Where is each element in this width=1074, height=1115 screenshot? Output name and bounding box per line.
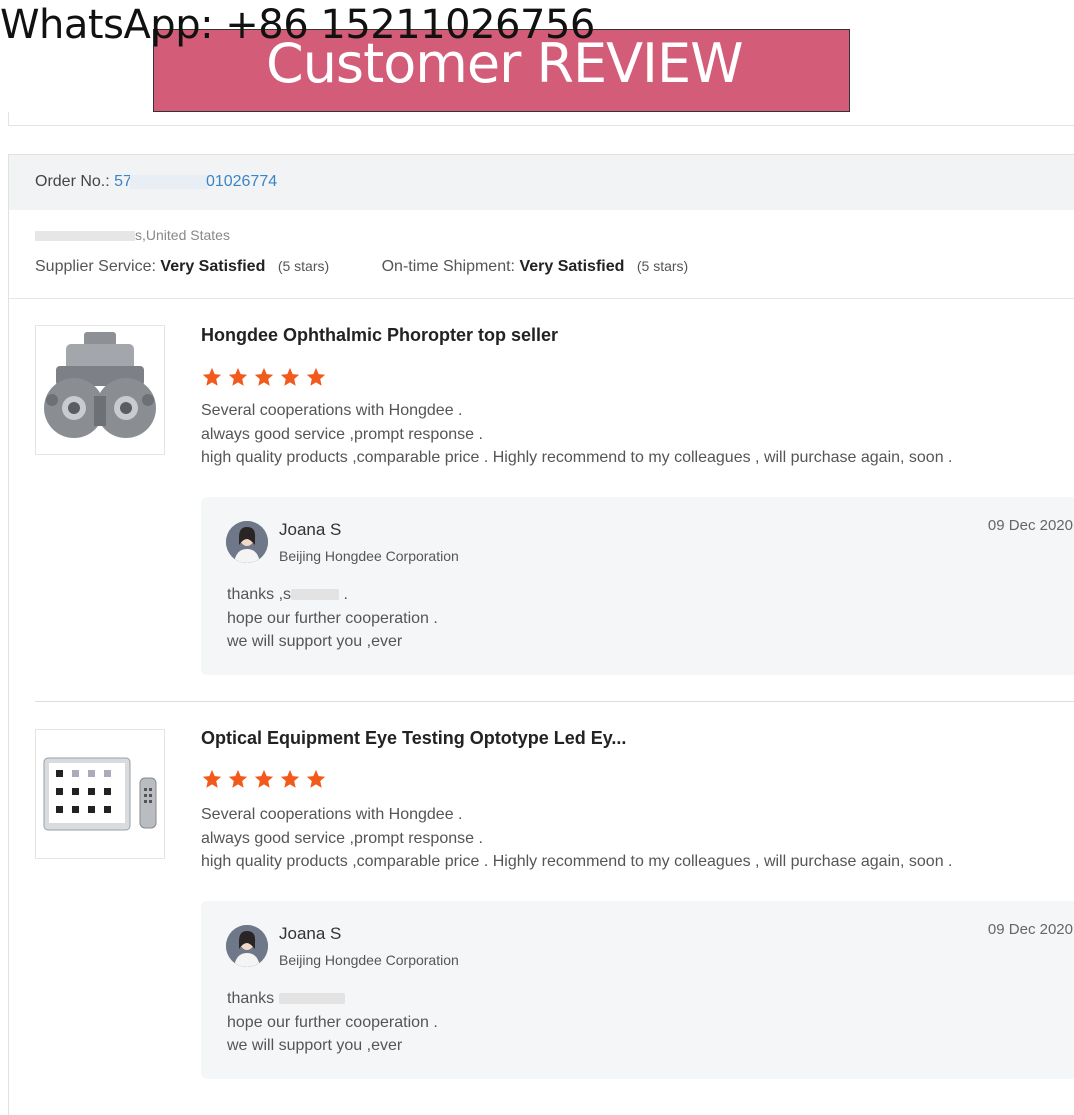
- person-icon: [226, 521, 268, 563]
- redacted-block: [291, 589, 340, 601]
- reply-author-name: Joana S: [279, 924, 342, 943]
- star-icon: [306, 769, 326, 788]
- shipment-rating: On-time Shipment: Very Satisfied (5 star…: [381, 258, 689, 275]
- review-star-rating: [201, 768, 327, 790]
- star-icon: [228, 367, 248, 386]
- review-product-title[interactable]: Optical Equipment Eye Testing Optotype L…: [201, 728, 626, 749]
- star-icon: [202, 367, 222, 386]
- reply-date: 09 Dec 2020: [987, 517, 1073, 534]
- order-review-card: Order No.: 57 01026774 s,United States Su…: [8, 154, 1074, 1115]
- star-icon: [254, 769, 274, 788]
- divider: [9, 298, 1074, 299]
- seller-reply: Joana S Beijing Hongdee Corporation 09 D…: [201, 901, 1074, 1079]
- star-icon: [202, 769, 222, 788]
- product-thumbnail-phoropter[interactable]: [35, 325, 165, 455]
- avatar: [226, 925, 268, 967]
- reply-company: Beijing Hongdee Corporation: [279, 952, 459, 968]
- whatsapp-watermark: WhatsApp: +86 15211026756: [0, 2, 595, 48]
- order-number-label: Order No.:: [35, 173, 110, 190]
- review-comment: Several cooperations with Hongdee . alwa…: [201, 806, 953, 870]
- reply-company: Beijing Hongdee Corporation: [279, 548, 459, 564]
- avatar: [226, 521, 268, 563]
- phoropter-image: [44, 332, 156, 438]
- star-icon: [280, 367, 300, 386]
- divider: [8, 112, 9, 126]
- order-number-link[interactable]: 57 01026774: [114, 173, 277, 190]
- buyer-location: s,United States: [35, 227, 230, 243]
- reply-author-name: Joana S: [279, 520, 342, 539]
- review-product-title[interactable]: Hongdee Ophthalmic Phoropter top seller: [201, 325, 558, 346]
- order-number: Order No.: 57 01026774: [35, 173, 277, 191]
- rating-summary: Supplier Service: Very Satisfied (5 star…: [35, 258, 688, 276]
- star-icon: [254, 367, 274, 386]
- divider: [35, 701, 1074, 702]
- order-header: Order No.: 57 01026774: [9, 155, 1074, 210]
- redacted-block: [129, 174, 208, 189]
- review-comment: Several cooperations with Hongdee . alwa…: [201, 402, 953, 466]
- star-icon: [306, 367, 326, 386]
- person-icon: [226, 925, 268, 967]
- redacted-block: [35, 231, 135, 242]
- redacted-block: [278, 993, 345, 1005]
- seller-reply: Joana S Beijing Hongdee Corporation 09 D…: [201, 497, 1074, 675]
- supplier-service-rating: Supplier Service: Very Satisfied (5 star…: [35, 258, 330, 275]
- divider: [8, 125, 1074, 126]
- reply-date: 09 Dec 2020: [987, 921, 1073, 938]
- product-thumbnail-eye-chart[interactable]: [35, 729, 165, 859]
- reply-text: thanks hope our further cooperation . we…: [227, 990, 438, 1054]
- star-icon: [228, 769, 248, 788]
- star-icon: [280, 769, 300, 788]
- review-star-rating: [201, 366, 327, 388]
- eye-chart-image: [43, 757, 157, 831]
- reply-text: thanks ,s . hope our further cooperation…: [227, 586, 438, 650]
